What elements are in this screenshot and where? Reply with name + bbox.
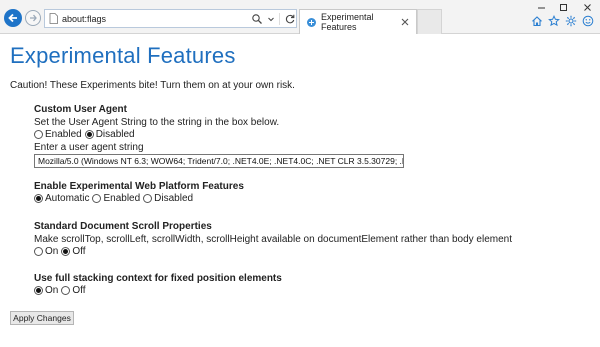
section-description: Make scrollTop, scrollLeft, scrollWidth,… xyxy=(34,234,513,245)
arrow-right-icon xyxy=(30,14,37,22)
radio-label: Enabled xyxy=(103,193,141,204)
home-icon[interactable] xyxy=(531,15,543,27)
smiley-feedback-icon[interactable] xyxy=(582,15,594,27)
address-url[interactable]: about:flags xyxy=(62,14,249,24)
radio-dot-selected[interactable] xyxy=(34,286,43,295)
radio-on[interactable]: On xyxy=(34,285,58,296)
radio-dot[interactable] xyxy=(61,286,71,295)
section-scroll-properties: Standard Document Scroll Properties Make… xyxy=(34,221,512,257)
tab-experimental-features[interactable]: Experimental Features xyxy=(299,9,417,34)
radio-disabled[interactable]: Disabled xyxy=(143,193,193,204)
favorites-star-icon[interactable] xyxy=(548,15,560,27)
radio-dot[interactable] xyxy=(92,194,102,203)
radio-dot-selected[interactable] xyxy=(84,130,94,139)
section-heading: Enable Experimental Web Platform Feature… xyxy=(34,181,244,192)
gear-icon[interactable] xyxy=(565,15,577,27)
radio-enabled[interactable]: Enabled xyxy=(34,129,82,140)
radio-label: Off xyxy=(72,246,86,257)
radio-label: Enabled xyxy=(45,129,82,140)
radio-automatic[interactable]: Automatic xyxy=(34,193,89,204)
caution-text: Caution! These Experiments bite! Turn th… xyxy=(10,80,295,91)
radio-dot[interactable] xyxy=(34,130,43,139)
new-tab-button[interactable] xyxy=(417,9,442,34)
tab-label: Experimental Features xyxy=(321,12,374,32)
page-icon xyxy=(49,13,58,24)
radio-group-user-agent: Enabled Disabled xyxy=(34,129,404,140)
radio-dot-selected[interactable] xyxy=(34,194,43,203)
section-heading: Use full stacking context for fixed posi… xyxy=(34,273,282,284)
address-separator xyxy=(279,12,280,25)
radio-dot[interactable] xyxy=(143,194,153,203)
radio-group-scroll: On Off xyxy=(34,246,512,257)
section-description: Set the User Agent String to the string … xyxy=(34,117,280,128)
radio-group-stacking: On Off xyxy=(34,285,282,296)
radio-label: Off xyxy=(72,285,86,296)
close-window-button[interactable] xyxy=(574,0,600,14)
radio-label: On xyxy=(45,246,59,257)
radio-label: On xyxy=(45,285,59,296)
radio-dot-selected[interactable] xyxy=(61,247,71,256)
section-custom-user-agent: Custom User Agent Set the User Agent Str… xyxy=(34,104,404,168)
close-icon xyxy=(583,3,591,11)
arrow-left-icon xyxy=(8,13,17,23)
browser-chrome: about:flags Experimental Features xyxy=(0,0,600,34)
page-title: Experimental Features xyxy=(10,43,236,68)
section-heading: Custom User Agent xyxy=(34,104,127,115)
window-controls xyxy=(530,0,600,14)
toolbar-icons xyxy=(531,15,594,27)
minimize-icon xyxy=(537,7,545,8)
apply-changes-button[interactable]: Apply Changes xyxy=(10,311,74,325)
radio-on[interactable]: On xyxy=(34,246,58,257)
close-tab-icon[interactable] xyxy=(400,17,410,27)
search-icon[interactable] xyxy=(251,13,263,25)
dropdown-arrow-icon[interactable] xyxy=(265,13,277,25)
radio-off[interactable]: Off xyxy=(61,246,86,257)
radio-dot[interactable] xyxy=(34,247,43,256)
section-heading: Standard Document Scroll Properties xyxy=(34,221,212,232)
maximize-icon xyxy=(559,3,567,11)
ie-page-icon xyxy=(307,17,316,27)
maximize-button[interactable] xyxy=(552,0,574,14)
radio-label: Disabled xyxy=(95,129,135,140)
radio-enabled[interactable]: Enabled xyxy=(92,193,140,204)
forward-button[interactable] xyxy=(25,10,41,26)
radio-label: Automatic xyxy=(45,193,90,204)
refresh-icon[interactable] xyxy=(284,13,296,25)
back-button[interactable] xyxy=(4,9,22,27)
radio-label: Disabled xyxy=(154,193,194,204)
section-stacking-context: Use full stacking context for fixed posi… xyxy=(34,273,282,296)
minimize-button[interactable] xyxy=(530,0,552,14)
radio-group-web-platform: Automatic Enabled Disabled xyxy=(34,193,244,204)
user-agent-input[interactable]: Mozilla/5.0 (Windows NT 6.3; WOW64; Trid… xyxy=(34,154,404,168)
input-label: Enter a user agent string xyxy=(34,142,144,153)
radio-off[interactable]: Off xyxy=(61,285,86,296)
address-bar[interactable]: about:flags xyxy=(44,9,297,28)
section-web-platform: Enable Experimental Web Platform Feature… xyxy=(34,181,244,204)
radio-disabled[interactable]: Disabled xyxy=(84,129,135,140)
